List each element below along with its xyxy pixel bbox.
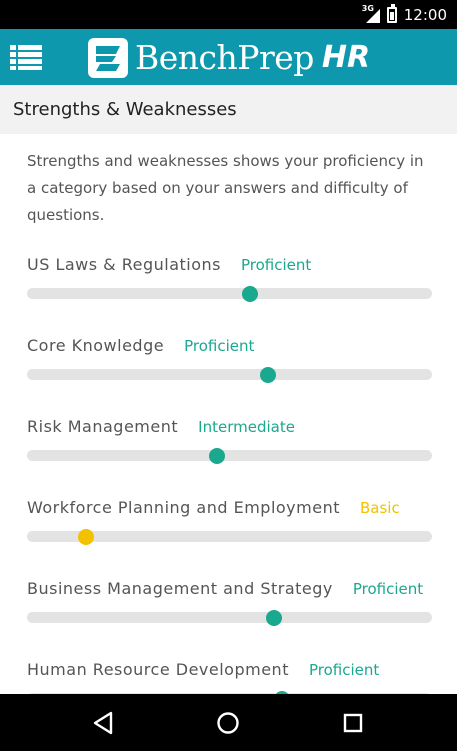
signal-icon: 3G [361,3,380,23]
home-circle-icon [217,712,239,734]
proficiency-track [27,366,432,383]
category-label: Core Knowledge [27,336,165,355]
content-area[interactable]: Strengths and weaknesses shows your prof… [0,134,457,694]
proficiency-marker [259,366,276,383]
app-bar: BenchPrep HR [0,29,457,85]
back-triangle-icon [93,711,113,735]
proficiency-track [27,528,432,545]
proficiency-level: Proficient [184,337,255,355]
logo-suffix: HR [321,40,371,75]
status-time: 12:00 [403,5,447,24]
proficiency-level: Proficient [241,256,312,274]
recents-button[interactable] [338,708,368,738]
list-menu-icon [10,45,42,70]
category-item: Human Resource Development Proficient [27,660,432,694]
status-icons: 3G 12:00 [362,0,447,29]
category-item: Risk Management Intermediate [27,417,432,477]
category-label: US Laws & Regulations [27,255,222,274]
category-label: Risk Management [27,417,179,436]
network-type: 3G [361,3,374,13]
proficiency-level: Proficient [308,661,380,679]
section-header: Strengths & Weaknesses [0,85,457,134]
category-label: Business Management and Strategy [27,579,333,598]
proficiency-track [27,285,432,302]
benchprep-logo: BenchPrep HR [88,38,370,78]
proficiency-marker [241,285,258,302]
proficiency-marker [77,528,94,545]
battery-icon [386,3,397,23]
proficiency-marker [266,609,283,626]
proficiency-level: Intermediate [198,418,295,436]
proficiency-track [27,609,432,626]
proficiency-level: Proficient [352,580,424,598]
category-item: Workforce Planning and Employment Basic [27,498,432,558]
menu-button[interactable] [10,43,44,71]
status-bar: 3G 12:00 [0,0,457,29]
proficiency-level: Basic [359,499,400,517]
home-button[interactable] [213,708,243,738]
logo-text: BenchPrep [135,38,314,77]
back-button[interactable] [89,708,119,738]
logo-mark-icon [88,38,128,78]
navigation-bar [0,694,457,751]
category-label: Workforce Planning and Employment [27,498,340,517]
page-title: Strengths & Weaknesses [13,99,237,120]
category-item: Business Management and Strategy Profici… [27,579,432,639]
category-label: Human Resource Development [27,660,289,679]
intro-text: Strengths and weaknesses shows your prof… [27,152,424,224]
proficiency-marker [209,447,226,464]
category-item: Core Knowledge Proficient [27,336,432,396]
category-item: US Laws & Regulations Proficient [27,255,432,315]
proficiency-track [27,447,432,464]
recents-square-icon [343,713,363,733]
